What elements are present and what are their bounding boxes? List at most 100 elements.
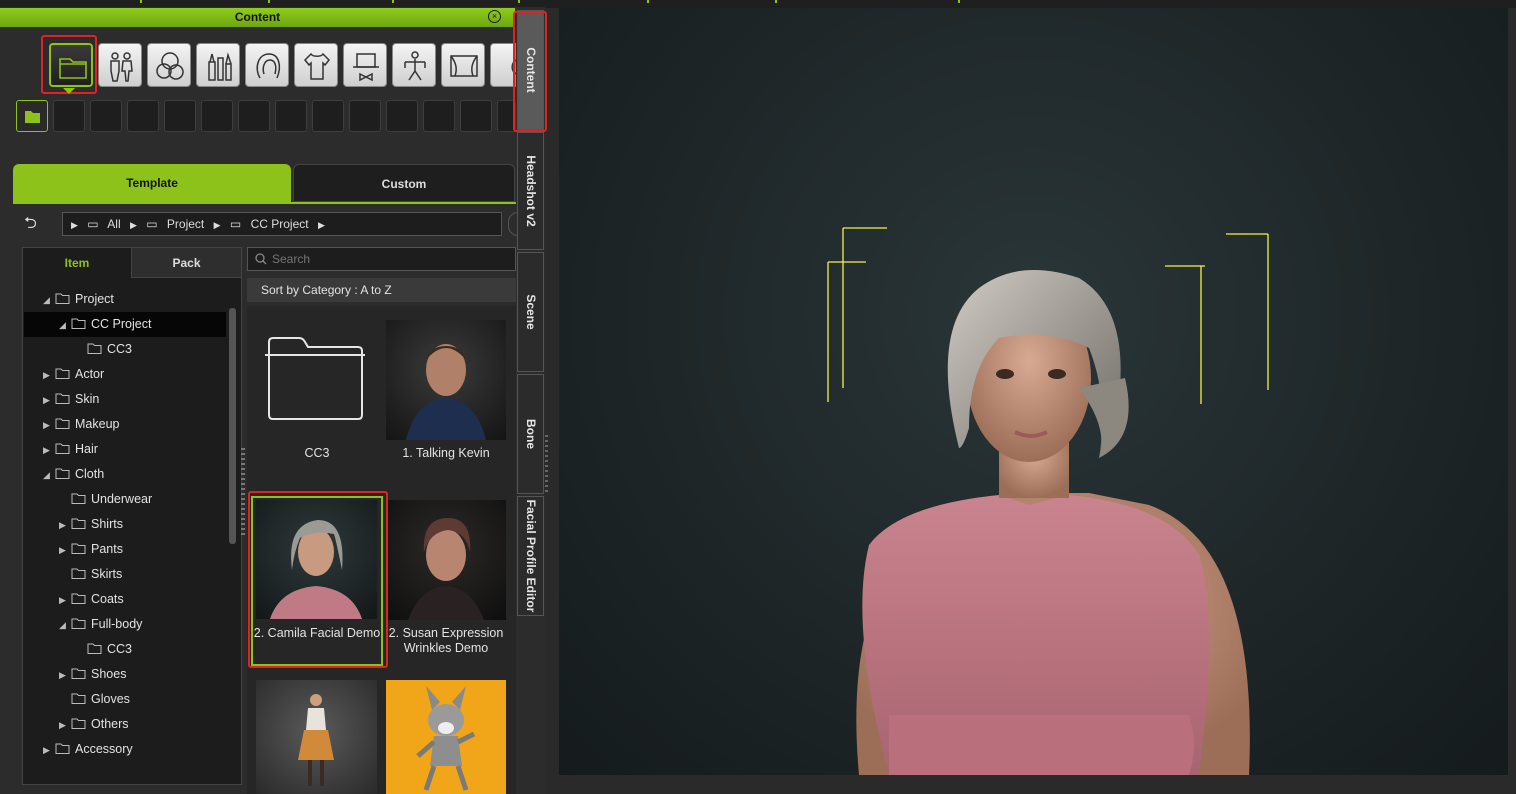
close-icon[interactable]: ×: [488, 10, 501, 23]
breadcrumb-cc-project[interactable]: CC Project: [251, 217, 309, 231]
subcategory-slot[interactable]: [90, 100, 122, 132]
breadcrumb-arrow-icon: ▶: [71, 220, 78, 230]
tree-item-label: Gloves: [91, 692, 130, 706]
tree-item[interactable]: ▶ Accessory: [43, 737, 133, 762]
skirt-icon: [71, 563, 86, 579]
collapse-arrow-icon[interactable]: ◢: [43, 288, 55, 313]
category-cloth-button[interactable]: [294, 43, 338, 87]
breadcrumb-all[interactable]: All: [107, 217, 120, 231]
category-stage-button[interactable]: [441, 43, 485, 87]
expand-arrow-icon[interactable]: ▶: [43, 738, 55, 763]
tree-item[interactable]: ◢ Cloth: [43, 462, 104, 487]
tree-item[interactable]: Underwear: [59, 487, 152, 512]
character-portrait: [408, 518, 484, 620]
category-folder-button[interactable]: [49, 43, 93, 87]
tree-item-label: Pants: [91, 542, 123, 556]
category-actor-button[interactable]: [98, 43, 142, 87]
subcategory-slot[interactable]: [275, 100, 307, 132]
item-caption: 2. Camila Facial Demo: [253, 626, 381, 640]
category-more-button[interactable]: [490, 43, 525, 87]
back-icon[interactable]: ⮌: [24, 214, 48, 234]
subcategory-slot[interactable]: [423, 100, 455, 132]
subcategory-folder-button[interactable]: [16, 100, 48, 132]
panel-title: Content: [0, 8, 515, 27]
side-tab-content[interactable]: Content: [517, 10, 544, 130]
collapse-arrow-icon[interactable]: ◢: [59, 313, 71, 338]
tree-item[interactable]: ◢ Project: [43, 287, 114, 312]
actor-icon: [110, 52, 133, 82]
tree-item[interactable]: Skirts: [59, 562, 122, 587]
tree-item[interactable]: CC3: [75, 337, 132, 362]
expand-arrow-icon[interactable]: ▶: [43, 413, 55, 438]
hair-icon: [256, 53, 281, 79]
subcategory-slot[interactable]: [127, 100, 159, 132]
side-tab-scene[interactable]: Scene: [517, 252, 544, 372]
subcategory-slot[interactable]: [164, 100, 196, 132]
tree-item[interactable]: ▶ Skin: [43, 387, 99, 412]
subcategory-slot[interactable]: [201, 100, 233, 132]
character-portrait: [406, 344, 486, 440]
search-input[interactable]: [247, 247, 516, 271]
category-hair-button[interactable]: [245, 43, 289, 87]
tree-item[interactable]: ▶ Actor: [43, 362, 104, 387]
item-thumbnail-kevin[interactable]: [386, 320, 506, 440]
folder-icon: ▭: [87, 217, 99, 231]
subcategory-slot[interactable]: [53, 100, 85, 132]
tree-item[interactable]: ◢ Full-body: [59, 612, 142, 637]
tree-scrollbar[interactable]: [229, 308, 236, 544]
expand-arrow-icon[interactable]: ▶: [59, 513, 71, 538]
side-tab-facial-profile-editor[interactable]: Facial Profile Editor: [517, 496, 544, 616]
3d-viewport[interactable]: [559, 8, 1508, 775]
expand-arrow-icon[interactable]: ▶: [43, 363, 55, 388]
side-tab-bone[interactable]: Bone: [517, 374, 544, 494]
tree-item[interactable]: ▶ Coats: [59, 587, 124, 612]
tree-item[interactable]: CC3: [75, 637, 132, 662]
tab-custom[interactable]: Custom: [293, 164, 515, 202]
tree-item[interactable]: ▶ Makeup: [43, 412, 119, 437]
subcategory-slot[interactable]: [349, 100, 381, 132]
item-thumbnail-susan[interactable]: [386, 500, 506, 620]
tree-item-label: CC3: [107, 342, 133, 356]
expand-arrow-icon[interactable]: ▶: [43, 438, 55, 463]
splitter-grip[interactable]: [545, 435, 548, 495]
item-thumbnail-wolf[interactable]: [386, 680, 506, 794]
subcategory-slot[interactable]: [386, 100, 418, 132]
item-thumbnail-cc3[interactable]: [255, 320, 376, 440]
tree-item[interactable]: ▶ Shoes: [59, 662, 126, 687]
expand-arrow-icon[interactable]: ▶: [43, 388, 55, 413]
tree-item[interactable]: ▶ Others: [59, 712, 129, 737]
tab-template[interactable]: Template: [13, 164, 291, 202]
tree-item[interactable]: ◢ CC Project: [59, 312, 151, 337]
category-makeup-button[interactable]: [196, 43, 240, 87]
expand-arrow-icon[interactable]: ▶: [59, 588, 71, 613]
item-thumbnail-camila[interactable]: [256, 500, 377, 619]
expand-arrow-icon[interactable]: ▶: [59, 663, 71, 688]
item-thumbnail-woman[interactable]: [256, 680, 377, 794]
subtab-item[interactable]: Item: [23, 248, 131, 278]
subcategory-slot[interactable]: [312, 100, 344, 132]
tree-item[interactable]: ▶ Hair: [43, 437, 98, 462]
category-accessory-button[interactable]: [343, 43, 387, 87]
subtab-pack[interactable]: Pack: [131, 248, 241, 278]
tree-item-label: Accessory: [75, 742, 133, 756]
subcategory-slot[interactable]: [460, 100, 492, 132]
tree-item[interactable]: ▶ Shirts: [59, 512, 123, 537]
category-pose-button[interactable]: [392, 43, 436, 87]
expand-arrow-icon[interactable]: ▶: [59, 538, 71, 563]
tree-item[interactable]: ▶ Pants: [59, 537, 123, 562]
collapse-arrow-icon[interactable]: ◢: [59, 613, 71, 638]
expand-arrow-icon[interactable]: ▶: [59, 713, 71, 738]
tree-item[interactable]: Gloves: [59, 687, 130, 712]
side-tab-headshot[interactable]: Headshot v2: [517, 132, 544, 250]
splitter-grip[interactable]: [241, 448, 245, 538]
collapse-arrow-icon[interactable]: ◢: [43, 463, 55, 488]
subcategory-slot[interactable]: [497, 100, 516, 132]
pointer-caret: [63, 88, 75, 94]
subcategory-slot[interactable]: [238, 100, 270, 132]
sort-dropdown[interactable]: Sort by Category : A to Z: [247, 278, 516, 302]
tree-item-label: Project: [75, 292, 114, 306]
category-skin-button[interactable]: [147, 43, 191, 87]
others-icon: [71, 713, 86, 729]
item-caption: 2. Susan Expression Wrinkles Demo: [388, 626, 504, 655]
breadcrumb-project[interactable]: Project: [167, 217, 204, 231]
